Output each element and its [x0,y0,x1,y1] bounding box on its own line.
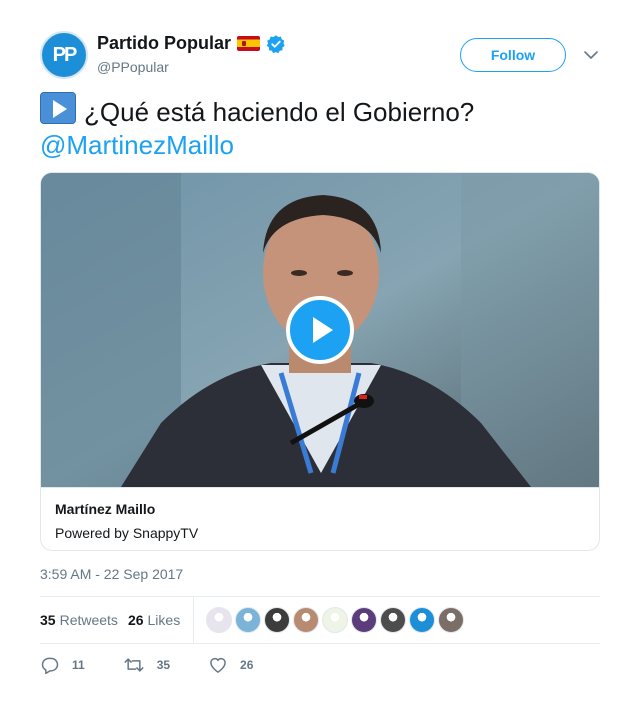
video-player[interactable] [41,173,599,487]
likes-count: 26 [127,612,144,628]
liker-avatar-9[interactable] [438,607,465,633]
play-button-emoji-icon [40,92,76,124]
liker-avatar-2[interactable] [235,607,262,633]
spain-flag-icon [237,36,261,51]
stats-row: 35 Retweets 26 Likes [40,596,600,644]
liker-avatar-7[interactable] [380,607,407,633]
card-subtitle: Powered by SnappyTV [55,525,199,541]
retweet-count: 35 [156,658,171,672]
author-handle[interactable]: @PPopular [97,59,169,75]
tweet-body: ¿Qué está haciendo el Gobierno? [84,97,475,127]
tweet-actions: 11 35 26 [40,655,291,675]
follow-button[interactable]: Follow [460,38,566,72]
play-icon [312,317,333,343]
liker-avatar-1[interactable] [206,607,233,633]
liker-avatar-6[interactable] [351,607,378,633]
card-info[interactable]: Martínez Maillo Powered by SnappyTV [41,487,599,550]
tweet-text: ¿Qué está haciendo el Gobierno? @Martine… [40,92,600,162]
stats-divider [193,597,195,643]
likes-stat[interactable]: 26 Likes [128,612,180,628]
liker-avatars [206,607,465,633]
author-avatar[interactable]: PP [40,31,88,79]
retweet-button[interactable]: 35 [123,655,170,675]
retweets-label: Retweets [59,612,118,628]
liker-avatar-4[interactable] [293,607,320,633]
reply-icon [41,657,59,675]
play-button[interactable] [286,296,354,364]
verified-badge-icon [266,34,286,54]
liker-avatar-8[interactable] [409,607,436,633]
like-button[interactable]: 26 [208,655,253,675]
liker-avatar-3[interactable] [264,607,291,633]
tweet-timestamp[interactable]: 3:59 AM - 22 Sep 2017 [40,566,183,582]
retweets-count: 35 [40,612,56,628]
chevron-down-icon[interactable] [582,46,600,64]
media-card[interactable]: Martínez Maillo Powered by SnappyTV [40,172,600,551]
like-count: 26 [240,658,254,672]
avatar-logo-text: PP [52,43,78,66]
reply-count: 11 [72,658,85,672]
card-title: Martínez Maillo [55,501,156,517]
heart-icon [210,657,226,673]
retweets-stat[interactable]: 35 Retweets [40,612,118,628]
author-name[interactable]: Partido Popular [97,33,231,54]
likes-label: Likes [147,612,181,628]
author-name-row[interactable]: Partido Popular [97,33,286,54]
reply-button[interactable]: 11 [40,655,85,675]
mention-link[interactable]: @MartinezMaillo [40,130,234,160]
liker-avatar-5[interactable] [322,607,349,633]
retweet-icon [124,658,144,672]
